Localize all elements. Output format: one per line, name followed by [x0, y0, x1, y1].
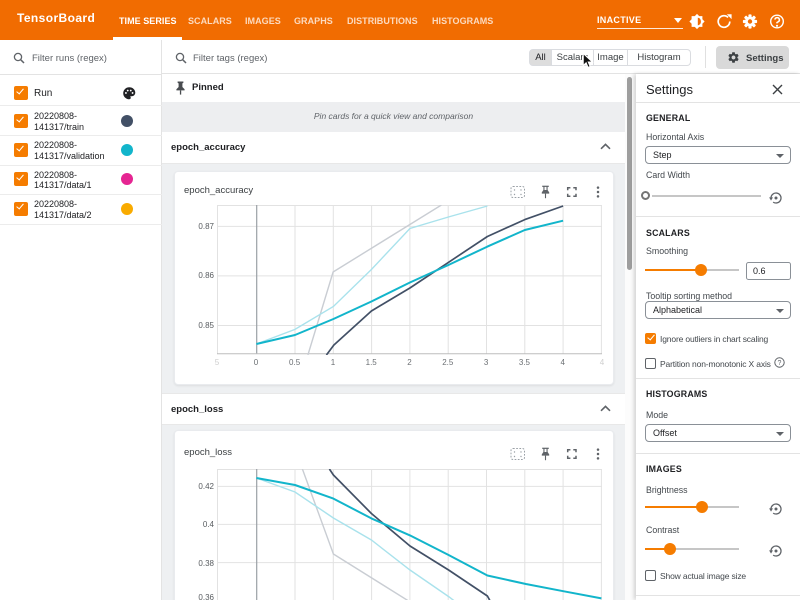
svg-text:?: ?	[778, 360, 782, 367]
